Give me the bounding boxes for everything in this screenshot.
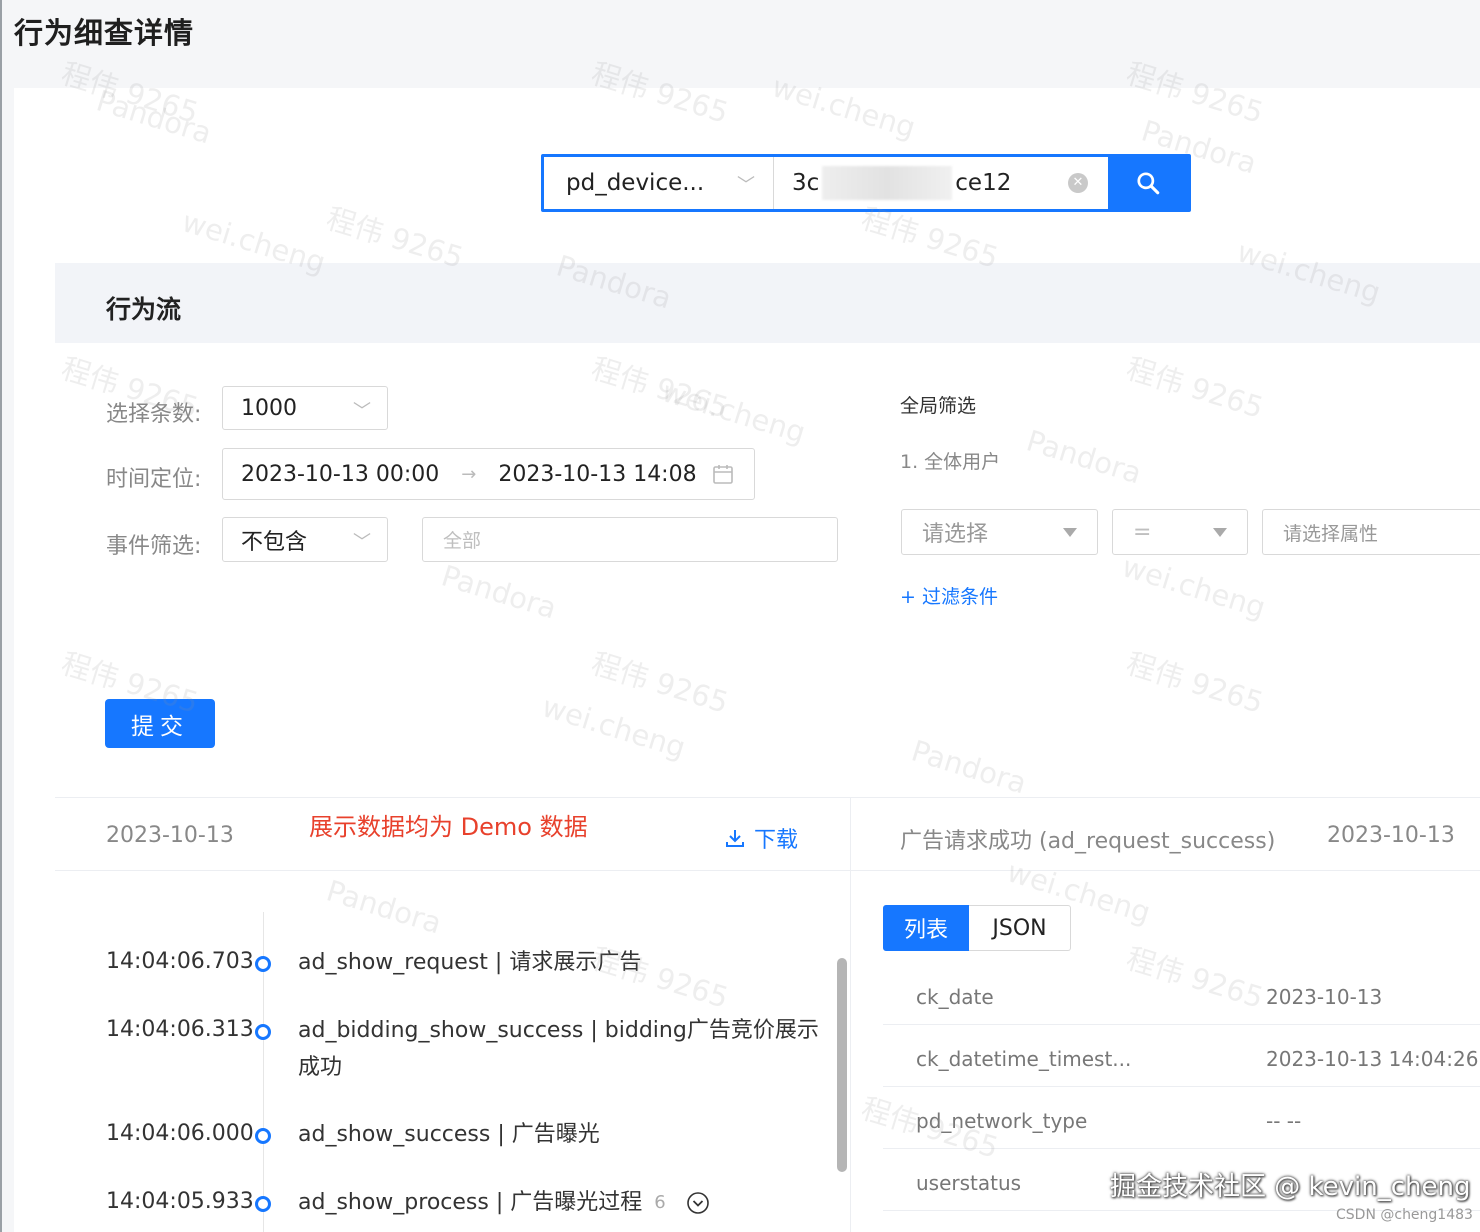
- divider: [55, 870, 1480, 871]
- section-title: 行为流: [106, 295, 182, 324]
- id-type-select[interactable]: pd_device... ﹀: [544, 157, 774, 209]
- clear-icon[interactable]: ✕: [1068, 173, 1088, 193]
- filter-event-select[interactable]: 请选择: [901, 509, 1098, 555]
- property-key: userstatus: [916, 1171, 1022, 1195]
- event-item[interactable]: ad_show_process | 广告曝光过程 6: [298, 1184, 710, 1221]
- attribute-placeholder: 请选择属性: [1283, 522, 1379, 545]
- property-row: ck_datetime_timest... 2023-10-13 14:04:2…: [883, 1025, 1480, 1087]
- timeline-dot: [255, 1024, 271, 1040]
- community-watermark: 掘金技术社区 @ kevin_cheng: [1110, 1172, 1471, 1202]
- timeline-dot: [255, 956, 271, 972]
- property-row: pd_network_type -- --: [883, 1087, 1480, 1149]
- property-value: 2023-10-13 14:04:26: [1266, 1047, 1479, 1071]
- event-time: 14:04:06.000: [106, 1121, 254, 1146]
- property-key: pd_network_type: [916, 1109, 1088, 1133]
- flow-date: 2023-10-13: [106, 823, 234, 848]
- download-button[interactable]: 下载: [724, 822, 798, 854]
- demo-note: 展示数据均为 Demo 数据: [309, 813, 588, 841]
- operator-value: =: [1133, 519, 1152, 545]
- device-search-bar: pd_device... ﹀ 3c ce12 ✕: [541, 154, 1191, 212]
- event-mode-select[interactable]: 不包含 ﹀: [222, 517, 388, 562]
- page-title: 行为细查详情: [14, 16, 195, 50]
- event-placeholder: 全部: [443, 530, 482, 552]
- expand-icon[interactable]: [686, 1191, 710, 1215]
- caret-down-icon: [1063, 528, 1077, 537]
- search-button[interactable]: [1108, 157, 1188, 209]
- event-time: 14:04:06.313: [106, 1017, 254, 1042]
- divider: [55, 797, 1480, 798]
- add-filter-link[interactable]: + 过滤条件: [900, 582, 998, 609]
- search-icon: [1137, 172, 1160, 195]
- event-time: 14:04:06.703: [106, 949, 254, 974]
- panel-divider: [850, 797, 851, 1232]
- device-id-suffix: ce12: [955, 170, 1012, 196]
- timeline-dot: [255, 1196, 271, 1212]
- timeline-dot: [255, 1128, 271, 1144]
- event-item[interactable]: ad_show_success | 广告曝光: [298, 1116, 838, 1153]
- event-label: 事件筛选:: [106, 534, 202, 559]
- time-label: 时间定位:: [106, 467, 202, 492]
- detail-title: 广告请求成功 (ad_request_success): [900, 829, 1276, 854]
- time-range-picker[interactable]: 2023-10-13 00:00 → 2023-10-13 14:08: [222, 448, 755, 500]
- property-value: -- --: [1266, 1109, 1302, 1133]
- chevron-down-icon: ﹀: [737, 175, 755, 196]
- event-item[interactable]: ad_bidding_show_success | bidding广告竞价展示成…: [298, 1012, 838, 1086]
- time-end: 2023-10-13 14:08: [498, 461, 697, 487]
- count-select[interactable]: 1000 ﹀: [222, 386, 388, 430]
- tab-list[interactable]: 列表: [883, 905, 969, 951]
- event-count: 6: [654, 1192, 666, 1213]
- count-value: 1000: [241, 395, 297, 421]
- property-key: ck_datetime_timest...: [916, 1047, 1132, 1071]
- view-tabs: 列表 JSON: [883, 905, 1071, 951]
- property-value: 2023-10-13: [1266, 985, 1383, 1009]
- attribute-select[interactable]: 请选择属性: [1262, 509, 1480, 555]
- caret-down-icon: [1213, 528, 1227, 537]
- detail-date: 2023-10-13: [1327, 823, 1455, 848]
- filter-group: 1. 全体用户: [900, 451, 1001, 473]
- property-row: ck_date 2023-10-13: [883, 963, 1480, 1025]
- csdn-credit: CSDN @cheng1483: [1336, 1207, 1473, 1223]
- event-mode-value: 不包含: [241, 529, 308, 555]
- section-header: [55, 263, 1480, 343]
- download-label: 下载: [754, 828, 799, 853]
- device-id-input[interactable]: 3c ce12 ✕: [774, 157, 1108, 209]
- id-type-value: pd_device...: [566, 170, 705, 196]
- calendar-icon: [713, 465, 733, 484]
- arrow-right-icon: →: [461, 463, 477, 485]
- chevron-down-icon: ﹀: [353, 401, 371, 422]
- submit-button[interactable]: 提交: [105, 699, 215, 748]
- filter-select-placeholder: 请选择: [922, 522, 989, 547]
- event-select[interactable]: 全部: [422, 517, 838, 562]
- device-id-prefix: 3c: [792, 170, 820, 196]
- tab-json[interactable]: JSON: [969, 905, 1071, 951]
- time-start: 2023-10-13 00:00: [241, 461, 440, 487]
- chevron-down-icon: ﹀: [353, 532, 371, 553]
- global-filter-title: 全局筛选: [900, 395, 977, 417]
- download-icon: [726, 830, 744, 847]
- count-label: 选择条数:: [106, 402, 202, 427]
- window-left-edge: [0, 0, 2, 1232]
- event-item[interactable]: ad_show_request | 请求展示广告: [298, 944, 838, 981]
- event-time: 14:04:05.933: [106, 1189, 254, 1214]
- event-text: ad_show_process | 广告曝光过程: [298, 1190, 643, 1215]
- operator-select[interactable]: =: [1112, 509, 1248, 555]
- scrollbar[interactable]: [837, 958, 847, 1172]
- redacted-id-mask: [822, 166, 953, 200]
- property-key: ck_date: [916, 985, 994, 1009]
